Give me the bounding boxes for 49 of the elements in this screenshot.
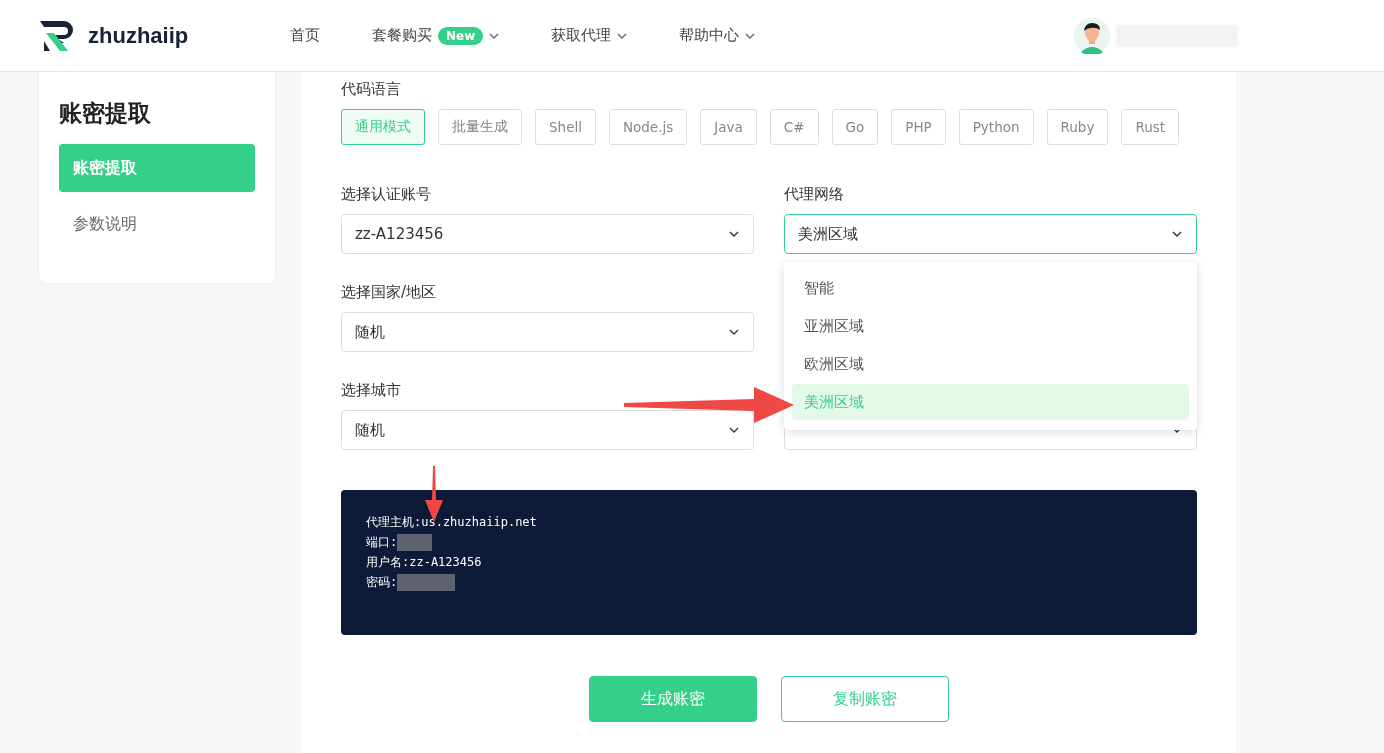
chevron-down-icon (729, 231, 739, 237)
redacted-value (397, 533, 433, 551)
language-tab[interactable]: Ruby (1046, 109, 1109, 145)
nav-link[interactable]: 获取代理 (551, 26, 612, 45)
chevron-down-icon (729, 329, 739, 335)
language-tab[interactable]: Java (700, 109, 757, 145)
logo-text[interactable]: zhuzhaiip (88, 22, 189, 49)
select-field[interactable]: 随机 (341, 312, 754, 352)
language-tab[interactable]: C# (769, 109, 819, 145)
language-tab[interactable]: Rust (1121, 109, 1180, 145)
dropdown-option[interactable]: 智能 (792, 270, 1189, 306)
nav-link[interactable]: 套餐购买 (372, 26, 432, 45)
field-label: 选择认证账号 (341, 184, 432, 205)
language-tab[interactable]: 批量生成 (438, 109, 522, 145)
dropdown-option[interactable]: 欧洲区域 (792, 346, 1189, 382)
sidebar-title: 账密提取 (59, 99, 152, 128)
field-label: 代码语言 (341, 79, 402, 100)
chevron-down-icon (1172, 231, 1182, 237)
sidebar-item[interactable]: 账密提取 (59, 144, 255, 192)
language-tab[interactable]: Python (958, 109, 1034, 145)
language-tab[interactable]: 通用模式 (341, 109, 425, 145)
code-line: 代理主机:us.zhuzhaiip.net (366, 513, 537, 531)
sidebar-item[interactable]: 参数说明 (59, 200, 255, 248)
chevron-down-icon (1172, 427, 1182, 433)
chevron-down-icon (489, 32, 500, 39)
code-line: 密码: (366, 573, 398, 591)
chevron-down-icon (617, 32, 628, 39)
language-tab[interactable]: Node.js (608, 109, 688, 145)
avatar-icon[interactable] (1074, 17, 1110, 54)
new-badge: New (438, 26, 484, 45)
chevron-down-icon (729, 427, 739, 433)
nav-link[interactable]: 首页 (290, 26, 320, 45)
select-field[interactable]: 美洲区域 (784, 214, 1197, 254)
generate-button[interactable]: 生成账密 (589, 676, 757, 722)
nav-link[interactable]: 帮助中心 (679, 26, 740, 45)
code-line: 端口: (366, 533, 398, 551)
select-field[interactable]: 随机 (341, 410, 754, 450)
copy-button[interactable]: 复制账密 (781, 676, 949, 722)
redacted-value (397, 573, 456, 591)
language-tab[interactable]: Go (831, 109, 879, 145)
field-label: 选择城市 (341, 380, 402, 401)
field-label: 选择国家/地区 (341, 282, 438, 303)
dropdown-option[interactable]: 亚洲区域 (792, 308, 1189, 344)
chevron-down-icon (745, 32, 756, 39)
field-label: 代理网络 (784, 184, 845, 205)
language-tab[interactable]: PHP (891, 109, 946, 145)
select-field[interactable]: zz-A123456 (341, 214, 754, 254)
code-line: 用户名:zz-A123456 (366, 553, 482, 571)
language-tab[interactable]: Shell (535, 109, 596, 145)
